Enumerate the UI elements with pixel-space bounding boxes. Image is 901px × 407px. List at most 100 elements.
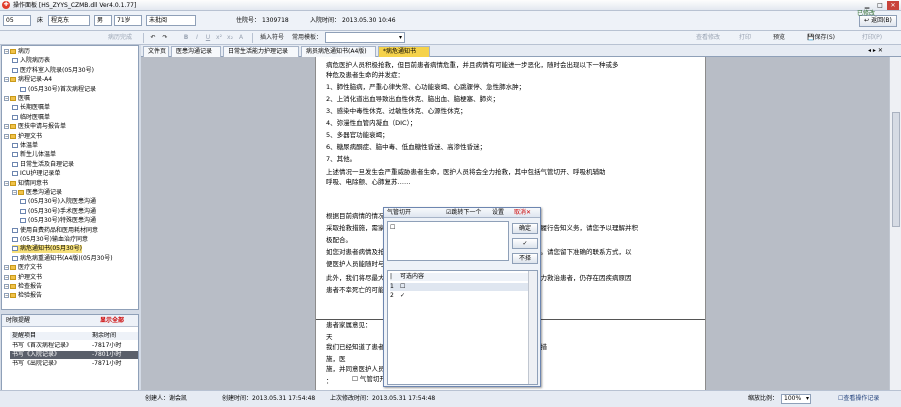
underline-icon[interactable]: U — [204, 32, 212, 44]
dialog-text-area[interactable]: ☐ — [387, 221, 509, 261]
tree-item[interactable]: 病危通知书(05月30号) — [12, 245, 82, 254]
record-tree[interactable]: − 病历 入院病历表 医疗科室入院录(05月30号) − 病程记录-A4 (05月30号)首… — [1, 45, 139, 310]
dialog-cancel-link[interactable]: 取消✕ — [514, 209, 531, 217]
view-modification-button[interactable]: 查看修改 — [688, 32, 728, 44]
admission-no-label: 住院号： — [236, 17, 261, 24]
tree-folder[interactable]: − 医技申请与报告单 — [4, 123, 66, 131]
vertical-scrollbar[interactable] — [889, 57, 901, 390]
tree-item[interactable]: (05月30号)特殊医患沟通 — [20, 217, 96, 225]
finish-record-button[interactable]: 病历完成 — [100, 32, 140, 44]
col-time-header: 剩余时间 — [92, 332, 117, 339]
italic-icon[interactable]: I — [193, 32, 201, 44]
grid-scrollbar[interactable] — [528, 271, 537, 384]
expand-toggle-icon[interactable]: − — [4, 180, 9, 186]
check-button[interactable]: ✓ — [512, 238, 538, 249]
editor-toolbar: 病历完成 ↶ ↷ B I U x² x₂ A 插入符号 常用模板： ▾ 查看修改… — [0, 31, 901, 45]
expand-toggle-icon[interactable]: − — [12, 190, 17, 195]
undo-icon[interactable]: ↶ — [148, 32, 158, 44]
tree-item-label: 医患沟通记录 — [26, 189, 63, 196]
expand-toggle-icon[interactable]: − — [4, 77, 9, 83]
tree-folder[interactable]: − 检查报告 — [4, 283, 42, 291]
tab-1[interactable]: 医患沟通记录 — [171, 46, 221, 57]
expand-toggle-icon[interactable]: − — [4, 96, 9, 101]
document-tabs: 文件页 医患沟通记录 日常生活能力护理记录 病员病危通知书(A4版) *病危通知书 ◂ … — [141, 45, 901, 57]
deadline-row[interactable]: 书写《首次病程记录》 -7817小时 — [10, 342, 138, 350]
preview-button[interactable]: 预览 — [765, 32, 793, 44]
tree-item[interactable]: 长期医嘱单 — [12, 104, 50, 112]
tree-item[interactable]: 医疗科室入院录(05月30号) — [12, 67, 94, 75]
tree-item[interactable]: (05月30号)入院医患沟通 — [20, 198, 96, 206]
tree-item[interactable]: 日常生活及自理记录 — [12, 161, 74, 169]
insert-symbol-button[interactable]: 插入符号 — [256, 32, 288, 44]
deadline-row[interactable]: 书写《入院记录》 -7801小时 — [10, 351, 138, 359]
tab-3[interactable]: 病员病危通知书(A4版) — [301, 46, 376, 57]
redo-icon[interactable]: ↷ — [160, 32, 170, 44]
save-button[interactable]: 💾保存(S) — [804, 32, 838, 44]
tree-item[interactable]: 新生儿体温单 — [12, 151, 56, 159]
document-line: 4、弥漫性血管内凝血（DIC）； — [326, 119, 417, 127]
deadline-row[interactable]: 书写《出院记录》 -7871小时 — [10, 360, 138, 368]
age-field: 71岁 — [114, 15, 142, 26]
folder-icon — [10, 293, 16, 299]
tree-item-label: 病危通知书(05月30号) — [20, 245, 82, 253]
tab-nav-icon[interactable]: ◂ ▸ ✕ — [868, 47, 883, 55]
deadline-item: 书写《出院记录》 — [12, 360, 61, 367]
option-grid[interactable]: | 可选内容 1 ☐ 2 ✓ — [387, 270, 538, 385]
tree-folder[interactable]: − 病程记录-A4 — [4, 76, 52, 84]
tree-item[interactable]: 体温单 — [12, 142, 38, 150]
tree-folder[interactable]: − 护理文书 — [4, 274, 42, 282]
superscript-icon[interactable]: x² — [215, 32, 223, 44]
tree-item[interactable]: (05月30号)手术医患沟通 — [20, 208, 96, 216]
print-button[interactable]: 打印 — [735, 32, 755, 44]
close-button[interactable]: ✕ — [887, 1, 899, 10]
zoom-select[interactable]: 100% ▾ — [781, 394, 811, 404]
bold-icon[interactable]: B — [182, 32, 190, 44]
tree-folder[interactable]: − 知情同意书 — [4, 180, 48, 188]
document-line: 患者家属意见： — [326, 321, 372, 329]
option-row[interactable]: 2 ✓ — [390, 292, 530, 300]
settings-link[interactable]: 设置 — [492, 209, 504, 217]
tree-folder[interactable]: − 医嘱 — [4, 95, 30, 103]
tab-0[interactable]: 文件页 — [143, 46, 169, 57]
uncheck-button[interactable]: 不择 — [512, 253, 538, 264]
tree-folder[interactable]: − 医患沟通记录 — [12, 189, 62, 197]
tab-4[interactable]: *病危通知书 — [378, 46, 430, 57]
tab-2[interactable]: 日常生活能力护理记录 — [223, 46, 299, 57]
tree-folder[interactable]: − 护理文书 — [4, 133, 42, 141]
option-row[interactable]: 1 ☐ — [390, 283, 530, 291]
expand-toggle-icon[interactable]: − — [4, 265, 9, 271]
tree-folder[interactable]: − 病历 — [4, 48, 30, 56]
expand-toggle-icon[interactable]: − — [4, 293, 9, 299]
document-line: 极配合。 — [326, 236, 352, 244]
maximize-button[interactable]: □ — [874, 1, 886, 10]
expand-toggle-icon[interactable]: − — [4, 124, 9, 130]
tree-item-label: 医疗科室入院录(05月30号) — [20, 66, 94, 74]
tree-item[interactable]: (05月30号)首次病程记录 — [20, 86, 96, 94]
tree-item[interactable]: ICU护理记录单 — [12, 170, 60, 178]
document-icon — [12, 114, 18, 120]
tree-item[interactable]: 使用自费药品和医用耗材同意 — [12, 227, 98, 235]
font-color-icon[interactable]: A — [237, 32, 245, 44]
view-record-link[interactable]: ☐查看操作记录 — [838, 394, 879, 404]
tree-item[interactable]: 入院病历表 — [12, 57, 50, 65]
tree-item[interactable]: 病危病重通知书(A4版)(05月30号) — [12, 255, 113, 263]
tree-item[interactable]: (05月30号)输血治疗同意 — [12, 236, 88, 244]
confirm-button[interactable]: 确定 — [512, 223, 538, 234]
expand-toggle-icon[interactable]: − — [4, 133, 9, 139]
tree-item[interactable]: 临时医嘱单 — [12, 114, 50, 122]
option-row-index: 1 — [390, 283, 394, 290]
common-phrase-select[interactable]: ▾ — [325, 32, 405, 43]
expand-toggle-icon[interactable]: − — [4, 49, 9, 54]
expand-toggle-icon[interactable]: − — [4, 284, 9, 289]
print-record-button[interactable]: 打印(P) — [852, 32, 892, 44]
jump-next-checkbox[interactable]: ☑跳转下一个 — [446, 209, 481, 217]
scroll-thumb[interactable] — [892, 112, 900, 227]
treatment-option-checkbox[interactable]: ☐ 气管切开 — [352, 374, 386, 384]
option-picker-dialog[interactable]: 气管切开 ☑跳转下一个 设置 取消✕ ☐ 确定 ✓ 不择 | 可选内容 1 ☐ 2 ✓ — [383, 207, 541, 387]
option-row-index: 2 — [390, 292, 394, 299]
show-all-button[interactable]: 显示全部 — [100, 317, 124, 325]
subscript-icon[interactable]: x₂ — [226, 32, 234, 44]
tree-folder[interactable]: − 检验报告 — [4, 292, 42, 300]
expand-toggle-icon[interactable]: − — [4, 274, 9, 280]
tree-folder[interactable]: − 医疗文书 — [4, 264, 42, 272]
